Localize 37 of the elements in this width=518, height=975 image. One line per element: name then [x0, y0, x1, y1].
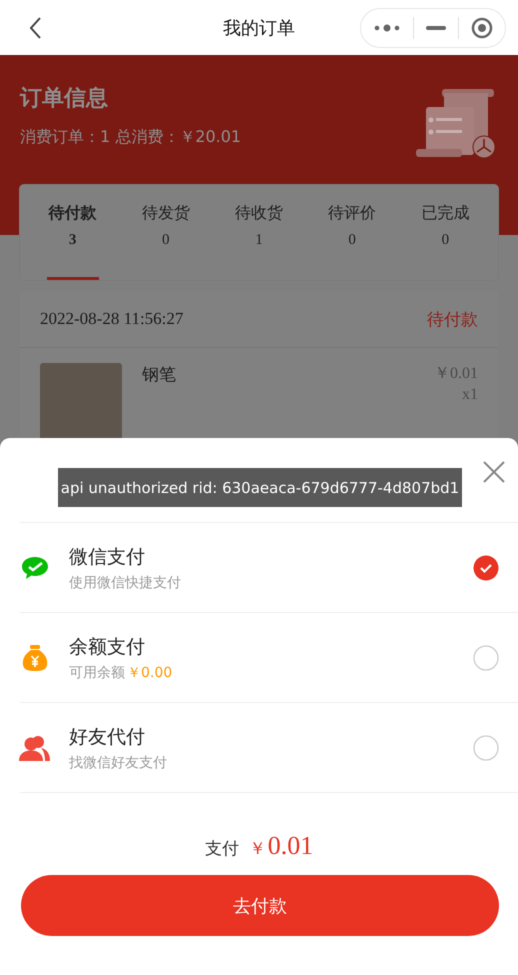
status-tab[interactable]: 已完成 0: [419, 185, 472, 280]
status-tab[interactable]: 待发货 0: [140, 185, 192, 280]
error-toast: api unauthorized rid: 630aeaca-679d6777-4d807bd1: [58, 468, 462, 507]
pay-button[interactable]: 去付款: [21, 875, 499, 936]
currency-symbol: ￥: [248, 838, 266, 860]
order-summary: 消费订单：1 总消费：￥20.01: [20, 127, 242, 148]
payment-option[interactable]: 微信支付 使用微信快捷支付: [20, 523, 518, 613]
payment-description: 可用余额: [69, 664, 125, 682]
close-icon[interactable]: [482, 460, 506, 484]
order-time: 2022-08-28 11:56:27: [40, 309, 184, 329]
radio-unchecked[interactable]: [473, 734, 499, 760]
more-icon[interactable]: [373, 22, 401, 32]
total-amount: 0.01: [268, 831, 314, 861]
payment-title: 好友代付: [69, 724, 146, 750]
status-tab[interactable]: 待评价 0: [326, 185, 378, 280]
payment-option[interactable]: 余额支付 可用余额￥0.00: [20, 613, 518, 703]
total-label: 支付: [204, 838, 239, 860]
order-status: 待付款: [427, 308, 478, 330]
payment-description: 使用微信快捷支付: [69, 574, 182, 592]
product-name: 钢笔: [142, 364, 177, 387]
back-icon[interactable]: [28, 16, 42, 40]
target-icon[interactable]: [471, 16, 493, 38]
radio-checked[interactable]: [473, 554, 499, 580]
balance-amount: ￥0.00: [127, 664, 172, 682]
status-tab[interactable]: 待付款 3: [46, 185, 99, 280]
chat-bubble-icon: [20, 556, 48, 580]
payment-option[interactable]: 好友代付 找微信好友支付: [20, 703, 518, 793]
money-bag-icon: [22, 644, 48, 672]
minimize-icon[interactable]: [426, 26, 446, 30]
status-tab[interactable]: 待收货 1: [232, 185, 285, 280]
page-title: 我的订单: [223, 16, 295, 40]
radio-unchecked[interactable]: [473, 644, 499, 670]
users-icon: [18, 734, 50, 762]
payment-title: 微信支付: [69, 544, 146, 570]
header-title: 订单信息: [20, 85, 109, 113]
payment-description: 找微信好友支付: [69, 754, 168, 772]
payment-title: 余额支付: [69, 634, 146, 660]
